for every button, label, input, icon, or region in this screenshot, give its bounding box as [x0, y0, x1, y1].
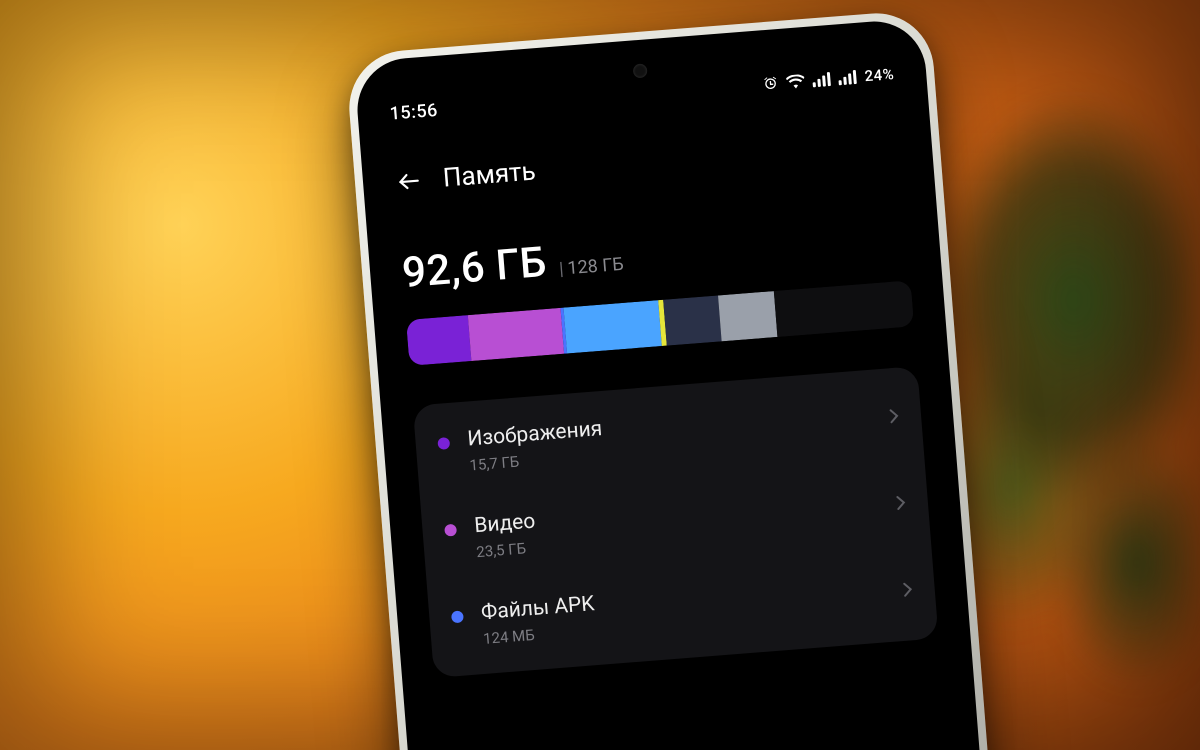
storage-bar-chart	[406, 280, 914, 366]
photo-background: 15:56 24%	[0, 0, 1200, 750]
page-title: Память	[442, 156, 537, 193]
storage-seg-free	[774, 280, 915, 337]
storage-seg-video	[468, 308, 564, 361]
category-dot-icon	[451, 610, 464, 623]
storage-categories-card: Изображения15,7 ГБВидео23,5 ГБФайлы APK1…	[413, 366, 939, 678]
battery-text: 24%	[864, 65, 895, 85]
alarm-icon	[762, 75, 779, 92]
status-time: 15:56	[389, 99, 439, 124]
storage-seg-images	[406, 315, 471, 366]
storage-seg-system	[663, 295, 722, 345]
storage-seg-apps	[563, 300, 661, 353]
signal-icon-2	[838, 70, 857, 85]
chevron-right-icon	[888, 407, 900, 428]
storage-summary: 92,6 ГБ |128 ГБ	[400, 210, 908, 299]
storage-used: 92,6 ГБ	[400, 238, 548, 298]
chevron-right-icon	[902, 581, 914, 602]
signal-icon-1	[812, 72, 831, 87]
category-dot-icon	[437, 437, 450, 450]
status-bar: 15:56 24%	[386, 26, 896, 133]
storage-total: |128 ГБ	[558, 254, 624, 280]
storage-seg-other	[718, 291, 777, 341]
chevron-right-icon	[895, 494, 907, 515]
category-dot-icon	[444, 524, 457, 537]
arrow-left-icon	[395, 167, 423, 195]
phone-screen: 15:56 24%	[360, 24, 1002, 750]
wifi-icon	[786, 74, 805, 89]
back-button[interactable]	[394, 166, 424, 196]
phone: 15:56 24%	[345, 9, 1017, 750]
